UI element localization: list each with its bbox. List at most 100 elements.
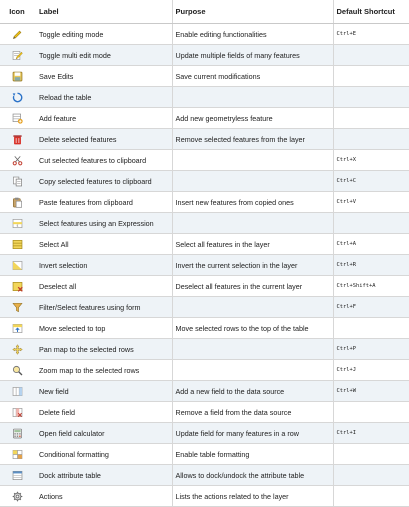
pencil-icon bbox=[12, 29, 23, 40]
svg-text:ε: ε bbox=[16, 222, 18, 227]
header-row: Icon Label Purpose Default Shortcut bbox=[0, 0, 409, 24]
table-row: Delete field Remove a field from the data… bbox=[0, 401, 409, 423]
purpose-cell bbox=[171, 149, 333, 171]
add-feature-icon bbox=[12, 113, 23, 124]
shortcut-cell bbox=[332, 65, 409, 87]
label-cell: Save Edits bbox=[34, 65, 172, 87]
label-cell: Toggle multi edit mode bbox=[34, 44, 172, 66]
icon-cell bbox=[0, 317, 34, 339]
label-cell: Dock attribute table bbox=[34, 464, 172, 486]
delete-features-icon bbox=[12, 134, 23, 145]
table-row: Filter/Select features using form Ctrl+F bbox=[0, 296, 409, 318]
shortcut-cell: Ctrl+X bbox=[332, 149, 409, 171]
paste-icon bbox=[12, 197, 23, 208]
multi-edit-icon bbox=[12, 50, 23, 61]
table-row: Reload the table bbox=[0, 86, 409, 108]
new-field-icon bbox=[12, 386, 23, 397]
purpose-cell: Lists the actions related to the layer bbox=[171, 485, 333, 507]
label-cell: Toggle editing mode bbox=[34, 23, 172, 45]
label-cell: New field bbox=[34, 380, 172, 402]
icon-cell bbox=[0, 485, 34, 507]
icon-cell bbox=[0, 233, 34, 255]
label-column-header: Label bbox=[34, 0, 172, 24]
icon-cell bbox=[0, 254, 34, 276]
label-cell: Zoom map to the selected rows bbox=[34, 359, 172, 381]
table-row: Add feature Add new geometryless feature bbox=[0, 107, 409, 129]
icon-cell bbox=[0, 44, 34, 66]
purpose-cell: Deselect all features in the current lay… bbox=[171, 275, 333, 297]
label-cell: Filter/Select features using form bbox=[34, 296, 172, 318]
purpose-cell bbox=[171, 212, 333, 234]
icon-cell bbox=[0, 380, 34, 402]
purpose-cell bbox=[171, 338, 333, 360]
purpose-cell: Remove a field from the data source bbox=[171, 401, 333, 423]
purpose-cell: Invert the current selection in the laye… bbox=[171, 254, 333, 276]
purpose-cell bbox=[171, 170, 333, 192]
icon-cell bbox=[0, 464, 34, 486]
shortcut-cell bbox=[332, 443, 409, 465]
shortcut-cell bbox=[332, 86, 409, 108]
purpose-cell: Allows to dock/undock the attribute tabl… bbox=[171, 464, 333, 486]
shortcut-cell: Ctrl+F bbox=[332, 296, 409, 318]
table-row: Deselect all Deselect all features in the… bbox=[0, 275, 409, 297]
icon-cell bbox=[0, 149, 34, 171]
table-row: Delete selected features Remove selected … bbox=[0, 128, 409, 150]
icon-cell bbox=[0, 65, 34, 87]
purpose-cell: Select all features in the layer bbox=[171, 233, 333, 255]
icon-cell bbox=[0, 128, 34, 150]
table-row: Zoom map to the selected rows Ctrl+J bbox=[0, 359, 409, 381]
shortcut-cell: Ctrl+W bbox=[332, 380, 409, 402]
table-row: Cut selected features to clipboard Ctrl+X bbox=[0, 149, 409, 171]
shortcut-cell: Ctrl+E bbox=[332, 23, 409, 45]
purpose-cell: Save current modifications bbox=[171, 65, 333, 87]
label-cell: Paste features from clipboard bbox=[34, 191, 172, 213]
icon-cell: ε bbox=[0, 212, 34, 234]
label-cell: Add feature bbox=[34, 107, 172, 129]
table-row: Pan map to the selected rows Ctrl+P bbox=[0, 338, 409, 360]
purpose-cell: Add new geometryless feature bbox=[171, 107, 333, 129]
shortcut-cell bbox=[332, 44, 409, 66]
icon-cell bbox=[0, 422, 34, 444]
shortcut-cell bbox=[332, 317, 409, 339]
purpose-cell: Insert new features from copied ones bbox=[171, 191, 333, 213]
copy-icon bbox=[12, 176, 23, 187]
shortcut-cell: Ctrl+C bbox=[332, 170, 409, 192]
icon-cell bbox=[0, 359, 34, 381]
icon-cell bbox=[0, 275, 34, 297]
shortcut-cell bbox=[332, 485, 409, 507]
shortcut-cell bbox=[332, 401, 409, 423]
purpose-cell bbox=[171, 296, 333, 318]
table-row: Save Edits Save current modifications bbox=[0, 65, 409, 87]
icon-cell bbox=[0, 338, 34, 360]
table-row: Dock attribute table Allows to dock/undoc… bbox=[0, 464, 409, 486]
purpose-cell: Enable editing functionalities bbox=[171, 23, 333, 45]
shortcut-cell: Ctrl+A bbox=[332, 233, 409, 255]
table-row: Move selected to top Move selected rows t… bbox=[0, 317, 409, 339]
table-row: Copy selected features to clipboard Ctrl+… bbox=[0, 170, 409, 192]
zoom-to-selected-icon bbox=[12, 365, 23, 376]
purpose-cell: Remove selected features from the layer bbox=[171, 128, 333, 150]
icon-cell bbox=[0, 23, 34, 45]
purpose-cell: Enable table formatting bbox=[171, 443, 333, 465]
shortcut-cell: Ctrl+V bbox=[332, 191, 409, 213]
dock-table-icon bbox=[12, 470, 23, 481]
cut-icon bbox=[12, 155, 23, 166]
delete-field-icon bbox=[12, 407, 23, 418]
shortcut-cell: Ctrl+Shift+A bbox=[332, 275, 409, 297]
label-cell: Cut selected features to clipboard bbox=[34, 149, 172, 171]
shortcut-column-header: Default Shortcut bbox=[332, 0, 409, 24]
move-to-top-icon bbox=[12, 323, 23, 334]
label-cell: Delete selected features bbox=[34, 128, 172, 150]
purpose-column-header: Purpose bbox=[171, 0, 333, 24]
label-cell: Actions bbox=[34, 485, 172, 507]
purpose-cell: Add a new field to the data source bbox=[171, 380, 333, 402]
label-cell: Select features using an Expression bbox=[34, 212, 172, 234]
label-cell: Pan map to the selected rows bbox=[34, 338, 172, 360]
table-row: Actions Lists the actions related to the … bbox=[0, 485, 409, 507]
icon-cell bbox=[0, 401, 34, 423]
label-cell: Reload the table bbox=[34, 86, 172, 108]
label-cell: Deselect all bbox=[34, 275, 172, 297]
label-cell: Open field calculator bbox=[34, 422, 172, 444]
save-edits-icon bbox=[12, 71, 23, 82]
table-row: New field Add a new field to the data sou… bbox=[0, 380, 409, 402]
